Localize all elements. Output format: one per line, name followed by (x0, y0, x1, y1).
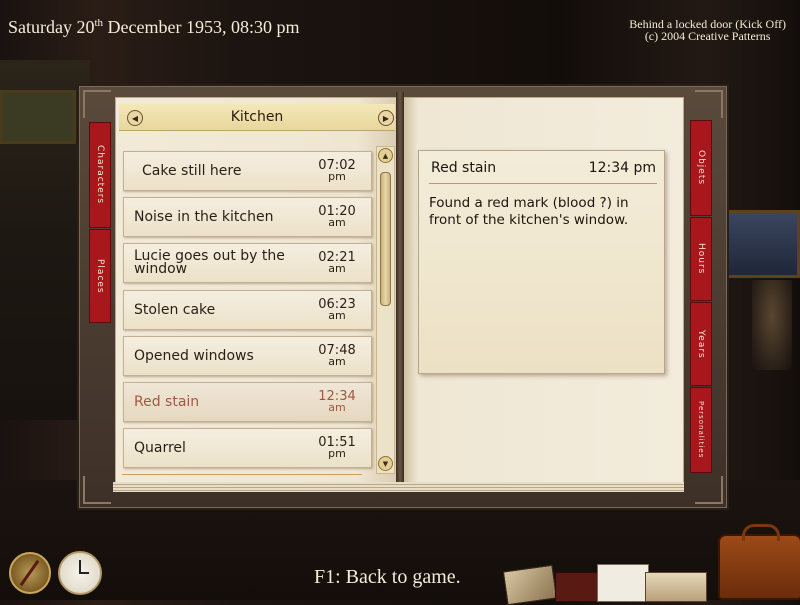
note-divider (429, 183, 657, 184)
event-entry[interactable]: Lucie goes out by the window 02:21 am (123, 243, 372, 283)
frame-corner (83, 476, 111, 504)
scroll-down-button[interactable]: ▼ (378, 456, 393, 471)
letter-icon (597, 564, 649, 602)
event-ampm: am (328, 216, 346, 229)
scroll-up-button[interactable]: ▲ (378, 148, 393, 163)
location-title: Kitchen (230, 109, 284, 125)
event-ampm: pm (328, 447, 346, 460)
tab-personalities[interactable]: Personalities (690, 387, 712, 473)
event-label: Lucie goes out by the window (134, 248, 285, 277)
event-entry[interactable]: Quarrel 01:51 pm (123, 428, 372, 468)
note-title: Red stain (431, 160, 497, 176)
notebook-icon (502, 564, 558, 605)
scroll-thumb[interactable] (380, 172, 391, 306)
event-entry[interactable]: Cake still here 07:02 pm (123, 151, 372, 191)
event-ampm: pm (328, 170, 346, 183)
background-painting-right (724, 210, 800, 278)
frame-corner (83, 90, 111, 118)
page-divider (122, 474, 362, 475)
event-entry-selected[interactable]: Red stain 12:34 am (123, 382, 372, 422)
event-label: Noise in the kitchen (134, 208, 274, 225)
triangle-up-icon: ▲ (382, 151, 389, 160)
event-label: Opened windows (134, 347, 254, 364)
compass-icon[interactable] (9, 552, 51, 594)
back-to-game-hint: F1: Back to game. (314, 566, 461, 588)
tab-objets[interactable]: Objets (690, 120, 712, 216)
event-label: Red stain (134, 393, 200, 410)
note-body: Found a red mark (blood ?) in front of t… (429, 195, 629, 228)
event-detail-note: Red stain 12:34 pm Found a red mark (blo… (418, 150, 665, 374)
event-label: Quarrel (134, 439, 186, 456)
triangle-left-icon: ◀ (131, 113, 139, 123)
event-entry[interactable]: Stolen cake 06:23 am (123, 290, 372, 330)
event-label: Cake still here (142, 162, 242, 179)
note-time: 12:34 pm (588, 160, 656, 176)
notebooks-inventory[interactable] (502, 562, 710, 605)
notebook-icon (555, 572, 601, 602)
prev-location-button[interactable]: ◀ (127, 110, 143, 126)
page-stack (113, 482, 684, 492)
triangle-down-icon: ▼ (382, 459, 389, 468)
tab-places[interactable]: Places (89, 229, 111, 323)
next-location-button[interactable]: ▶ (378, 110, 394, 126)
event-ampm: am (328, 355, 346, 368)
event-entry[interactable]: Opened windows 07:48 am (123, 336, 372, 376)
book-spine (396, 92, 404, 492)
background-lamp (752, 280, 792, 370)
briefcase-icon[interactable] (718, 524, 800, 600)
clock-icon[interactable] (58, 551, 102, 595)
paper-icon (645, 572, 707, 602)
frame-corner (695, 476, 723, 504)
triangle-right-icon: ▶ (382, 113, 390, 123)
location-header: Kitchen (119, 104, 395, 131)
frame-corner (695, 90, 723, 118)
clock-hand (79, 572, 89, 574)
event-label: Stolen cake (134, 301, 216, 318)
event-ampm: am (328, 401, 346, 414)
background-painting (0, 90, 76, 144)
event-ampm: am (328, 309, 346, 322)
copyright-line: (c) 2004 Creative Patterns (644, 29, 771, 43)
game-title: Behind a locked door (Kick Off) (c) 2004… (629, 18, 786, 42)
tab-hours[interactable]: Hours (690, 217, 712, 301)
tab-years[interactable]: Years (690, 302, 712, 386)
tab-characters[interactable]: Characters (89, 122, 111, 228)
game-date-time: Saturday 20th December 1953, 08:30 pm (8, 17, 300, 37)
event-entry[interactable]: Noise in the kitchen 01:20 am (123, 197, 372, 237)
event-ampm: am (328, 262, 346, 275)
